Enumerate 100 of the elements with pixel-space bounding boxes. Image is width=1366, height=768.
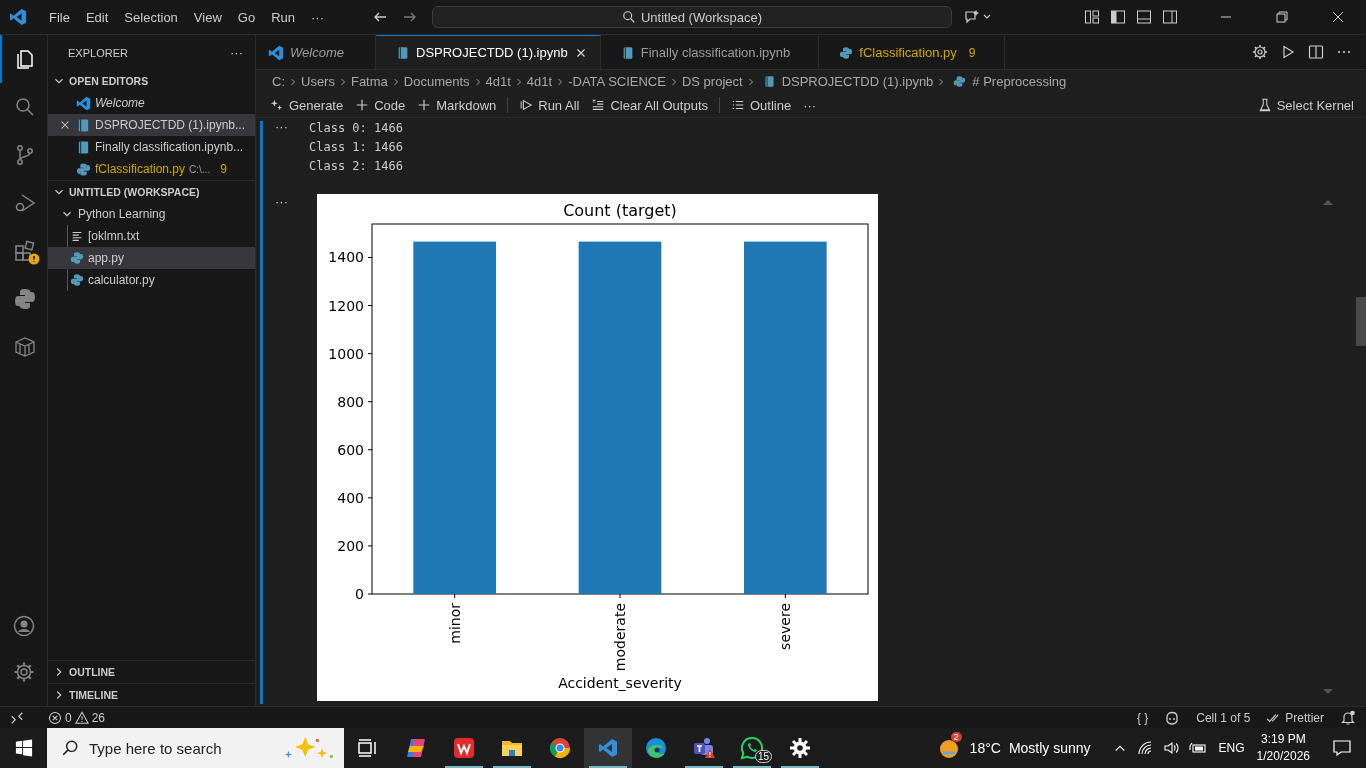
running-indicator: [781, 766, 819, 768]
x-tick-label: minor: [446, 603, 463, 644]
menu-item[interactable]: View: [185, 9, 230, 25]
clock[interactable]: 3:19 PM 1/20/2026: [1256, 731, 1310, 765]
settings-icon[interactable]: [1252, 44, 1268, 60]
python-file-icon: [76, 161, 91, 177]
package-icon: [12, 335, 37, 359]
notification-bell-icon[interactable]: [1340, 709, 1356, 726]
taskbar-app[interactable]: [584, 728, 632, 768]
output-line: Class 0: 1466: [309, 120, 403, 137]
x-tick-label: moderate: [612, 603, 628, 672]
problem-count: 9: [220, 162, 227, 176]
menu-item[interactable]: Go: [229, 9, 264, 25]
toolbar-button[interactable]: Markdown: [413, 97, 501, 113]
toolbar-button[interactable]: ···: [799, 97, 821, 113]
notification-count: 2: [950, 732, 962, 742]
tab-label: Welcome: [290, 45, 344, 60]
plus-icon: [355, 98, 370, 112]
python-icon: [12, 287, 37, 311]
breadcrumb-item[interactable]: Users: [301, 74, 335, 89]
taskbar-app[interactable]: 15: [728, 728, 776, 768]
language-status[interactable]: { }: [1136, 710, 1149, 725]
edge-icon: [644, 736, 668, 760]
windows-start-icon[interactable]: [15, 739, 33, 757]
toolbar-button[interactable]: Generate: [266, 97, 348, 113]
cell-more-button[interactable]: ···: [263, 194, 309, 701]
tree-row[interactable]: [oklmn.txt: [68, 225, 255, 247]
language-indicator[interactable]: ENG: [1218, 741, 1245, 755]
breadcrumb-item[interactable]: 4d1t: [526, 74, 553, 89]
python-file-icon: [70, 273, 84, 287]
section-header[interactable]: OUTLINE: [48, 660, 255, 683]
menu-item[interactable]: File: [41, 9, 78, 25]
editor-tab[interactable]: DSPROJECTDD (1).ipynb: [376, 35, 601, 69]
more-actions-button[interactable]: ···: [230, 45, 243, 60]
taskbar-search-field[interactable]: Type here to search: [47, 728, 344, 768]
select-kernel-button[interactable]: Select Kernel: [1253, 97, 1358, 113]
command-center[interactable]: Untitled (Workspace): [432, 6, 952, 28]
scrollbar-thumb[interactable]: [1356, 297, 1366, 346]
run-icon[interactable]: [1280, 44, 1296, 60]
breadcrumb-item[interactable]: 4d1t: [485, 74, 511, 89]
formatter-status[interactable]: Prettier: [1266, 710, 1324, 725]
breadcrumb-item[interactable]: C:: [272, 74, 285, 89]
flask-icon: [1257, 98, 1272, 112]
running-indicator: [445, 766, 483, 768]
y-tick-label: 1000: [328, 345, 364, 362]
close-icon[interactable]: [1330, 9, 1346, 25]
menu-item[interactable]: ···: [303, 9, 332, 25]
sidebar-title: EXPLORER: [68, 46, 128, 59]
menu-item[interactable]: Edit: [77, 9, 117, 25]
breadcrumb-item[interactable]: -DATA SCIENCE: [568, 74, 666, 89]
problems-status[interactable]: 0 26: [48, 710, 106, 725]
y-tick-label: 600: [337, 441, 364, 458]
restore-icon[interactable]: [1274, 9, 1290, 25]
breadcrumb-item[interactable]: Documents: [403, 74, 470, 89]
volume-icon[interactable]: [1162, 740, 1179, 756]
notifications-icon[interactable]: [1332, 738, 1352, 758]
sidebar-toggle-icon[interactable]: [1110, 9, 1126, 25]
chart-title: Count (target): [563, 201, 677, 220]
toolbar-button[interactable]: Run All: [515, 97, 584, 113]
editor-tab[interactable]: Finally classification.ipynb: [600, 35, 820, 69]
gear-icon: [788, 736, 812, 760]
menu-item[interactable]: Run: [263, 9, 303, 25]
toolbar-button[interactable]: Code: [351, 97, 410, 113]
cell-position-status[interactable]: Cell 1 of 5: [1196, 710, 1251, 725]
toolbar-button[interactable]: Outline: [727, 97, 796, 113]
menu-item[interactable]: Selection: [116, 9, 186, 25]
wifi-icon[interactable]: [1136, 740, 1153, 756]
chrome-icon: [548, 736, 572, 760]
breadcrumb-item[interactable]: # Preprocessing: [949, 74, 1067, 89]
open-editor-item[interactable]: Welcome: [48, 92, 255, 114]
notebook-file-icon: [76, 117, 91, 133]
section-header[interactable]: UNTITLED (WORKSPACE): [48, 180, 255, 203]
folder-row[interactable]: Python Learning: [48, 203, 255, 225]
python-icon: [953, 75, 967, 88]
breadcrumb-item[interactable]: DS project: [681, 74, 743, 89]
y-tick-label: 800: [337, 393, 364, 410]
open-editor-item[interactable]: DSPROJECTDD (1).ipynb...: [48, 114, 255, 136]
tree-row[interactable]: app.py: [48, 247, 255, 269]
battery-icon[interactable]: [1188, 740, 1207, 756]
editor-tab[interactable]: fClassification.py 9: [819, 35, 1005, 69]
panel-toggle-icon[interactable]: [1136, 9, 1152, 25]
account-icon[interactable]: [11, 614, 36, 638]
cell-more-button[interactable]: ···: [263, 119, 309, 176]
secondary-sidebar-icon[interactable]: [1162, 9, 1178, 25]
y-tick-label: 1200: [328, 297, 364, 314]
notebook-file-icon: [76, 139, 91, 155]
breadcrumb-item[interactable]: Fatma: [350, 74, 388, 89]
toolbar-button[interactable]: Clear All Outputs: [587, 97, 712, 113]
remote-icon[interactable]: [10, 710, 24, 725]
notebook-file-icon: [396, 45, 410, 60]
breadcrumb-item[interactable]: DSPROJECTDD (1).ipynb: [758, 74, 934, 89]
open-editor-item[interactable]: fClassification.py C:\... 9: [48, 158, 255, 180]
layout-icon[interactable]: [1084, 9, 1100, 25]
plus-icon: [417, 98, 432, 112]
tree-row[interactable]: calculator.py: [68, 269, 255, 291]
copilot-icon[interactable]: [1164, 709, 1181, 726]
split-editor-icon[interactable]: [1308, 44, 1324, 60]
file-name: DSPROJECTDD (1).ipynb...: [95, 118, 246, 132]
section-header[interactable]: OPEN EDITORS: [48, 70, 255, 92]
open-editor-item[interactable]: Finally classification.ipynb...: [48, 136, 255, 158]
